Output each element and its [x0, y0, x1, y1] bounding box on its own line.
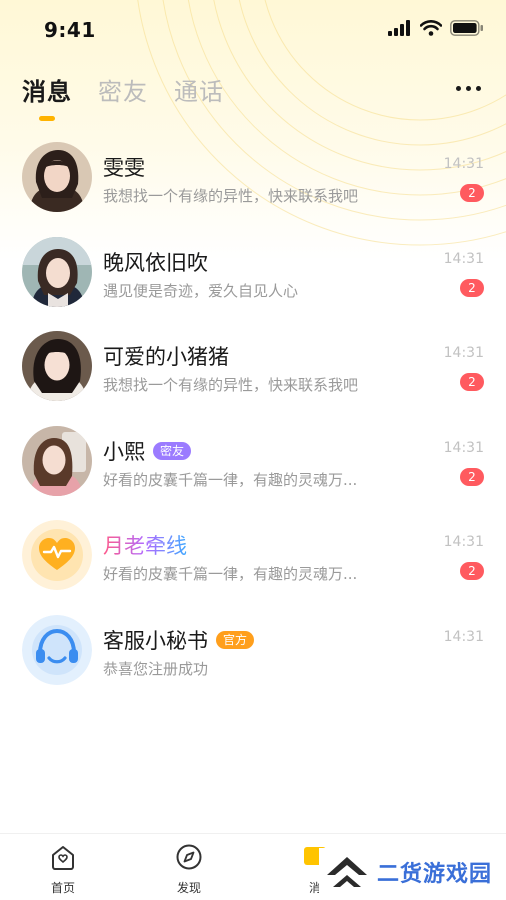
message-preview: 我想找一个有缘的异性，快来联系我吧: [103, 376, 359, 395]
status-time: 9:41: [44, 18, 96, 42]
message-time: 14:31: [443, 439, 484, 456]
more-dot-icon: [455, 85, 461, 91]
home-icon: [52, 846, 74, 870]
contact-name: 雯雯: [103, 156, 145, 180]
contact-name: 月老牵线: [103, 530, 187, 560]
nav-home-label: 首页: [50, 881, 75, 895]
unread-badge: 2: [460, 184, 484, 202]
more-options-button[interactable]: [452, 78, 484, 98]
battery-icon: [450, 20, 483, 36]
official-tag: 官方: [216, 630, 255, 649]
message-preview: 好看的皮囊千篇一律，有趣的灵魂万...: [103, 470, 358, 489]
avatar[interactable]: [22, 142, 92, 212]
wifi-icon: [420, 20, 442, 36]
watermark: 二货游戏园: [318, 848, 498, 896]
avatar[interactable]: [22, 331, 92, 402]
chat-name-row: 晚风依旧吹: [103, 247, 208, 277]
bottom-nav: 首页 发现 消 二货游戏园: [0, 833, 506, 900]
avatar[interactable]: [22, 614, 92, 685]
unread-badge: 2: [460, 278, 484, 297]
chat-name-row: 可爱的小猪猪: [103, 341, 229, 371]
chat-list: 雯雯 我想找一个有缘的异性，快来联系我吧 14:31 2 晚风依旧吹 遇见便是奇…: [0, 128, 506, 696]
tab-calls[interactable]: 通话: [174, 72, 224, 107]
watermark-text: 二货游戏园: [376, 862, 492, 887]
nav-discover-label: 发现: [176, 881, 201, 895]
contact-name: 可爱的小猪猪: [103, 345, 229, 370]
chat-item[interactable]: 可爱的小猪猪 我想找一个有缘的异性，快来联系我吧 14:31 2: [0, 317, 506, 412]
compass-icon: [176, 844, 202, 870]
contact-name: 晚风依旧吹: [103, 250, 208, 275]
message-preview: 我想找一个有缘的异性，快来联系我吧: [103, 187, 359, 205]
chat-item[interactable]: 客服小秘书 官方 恭喜您注册成功 14:31: [0, 601, 506, 696]
chat-item[interactable]: 月老牵线 好看的皮囊千篇一律，有趣的灵魂万... 14:31 2: [0, 506, 506, 601]
more-dot-icon: [465, 85, 471, 91]
status-bar: 9:41: [0, 0, 506, 60]
message-time: 14:31: [443, 250, 484, 267]
chat-item[interactable]: 晚风依旧吹 遇见便是奇迹，爱久自见人心 14:31 2: [0, 223, 506, 318]
signal-icon: [388, 20, 410, 36]
tab-calls-label: 通话: [174, 78, 224, 106]
message-time: 14:31: [443, 345, 484, 362]
message-time: 14:31: [443, 156, 484, 172]
tab-close-friends-label: 密友: [98, 78, 148, 106]
more-dot-icon: [475, 85, 481, 91]
header-tabs: 消息 密友 通话: [22, 72, 224, 121]
message-time: 14:31: [443, 628, 484, 645]
chat-item[interactable]: 雯雯 我想找一个有缘的异性，快来联系我吧 14:31 2: [0, 128, 506, 223]
status-icons: [388, 20, 484, 36]
nav-home[interactable]: 首页: [33, 842, 93, 896]
unread-badge: 2: [460, 373, 484, 392]
contact-name: 小熙: [103, 439, 145, 464]
chat-name-row: 小熙 密友: [103, 436, 192, 466]
unread-badge: 2: [460, 562, 484, 581]
chat-name-row: 雯雯: [103, 152, 145, 182]
message-time: 14:31: [443, 534, 484, 551]
chat-name-row: 客服小秘书 官方: [103, 625, 255, 655]
close-friend-tag: 密友: [153, 441, 192, 460]
chat-name-row: 月老牵线: [103, 530, 187, 560]
nav-discover[interactable]: 发现: [159, 842, 219, 896]
chat-item[interactable]: 小熙 密友 好看的皮囊千篇一律，有趣的灵魂万... 14:31 2: [0, 412, 506, 507]
message-preview: 恭喜您注册成功: [103, 659, 209, 678]
tab-messages[interactable]: 消息: [22, 72, 72, 121]
avatar[interactable]: [22, 425, 92, 496]
contact-name: 客服小秘书: [103, 628, 208, 653]
avatar[interactable]: [22, 520, 92, 591]
watermark-logo-icon: [326, 857, 367, 887]
unread-badge: 2: [460, 467, 484, 486]
avatar[interactable]: [22, 236, 92, 307]
message-preview: 好看的皮囊千篇一律，有趣的灵魂万...: [103, 565, 358, 584]
tab-close-friends[interactable]: 密友: [98, 72, 148, 107]
tab-messages-label: 消息: [22, 78, 72, 106]
message-preview: 遇见便是奇迹，爱久自见人心: [103, 281, 299, 300]
active-tab-indicator: [39, 116, 55, 121]
